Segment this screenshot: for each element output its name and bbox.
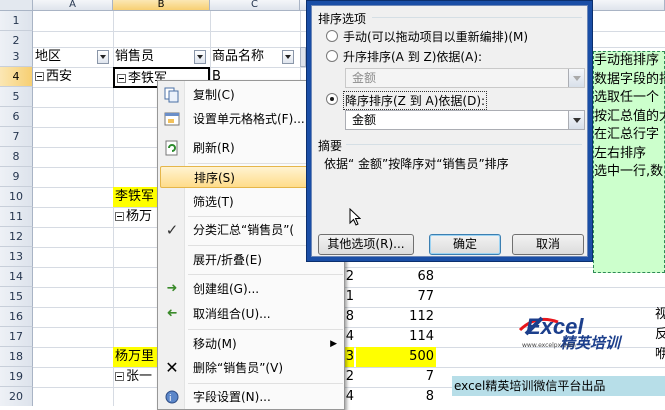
row-header[interactable]: 4 [0,67,33,87]
radio-ascending[interactable] [326,50,338,62]
cell-d[interactable]: 2 [345,267,354,287]
ok-button[interactable]: 确定 [429,234,501,255]
format-icon [163,111,181,127]
row-header[interactable]: 17 [0,327,33,347]
row-header[interactable]: 12 [0,227,33,247]
collapse-icon[interactable] [115,212,124,221]
select-all-corner[interactable] [0,0,33,11]
note-panel: 手动拖排序 数据字段的排 选取任一个 按汇总值的大 在汇总行字 左右排序 选中一… [593,51,665,273]
note-line: 数据字段的排 [594,71,665,87]
collapse-icon[interactable] [117,74,126,83]
row-header[interactable]: 9 [0,167,33,187]
group-icon: ➜ [166,281,178,296]
radio-descending[interactable] [326,93,338,105]
note-line: 选中一行,数 [594,164,664,179]
cell-right: 视 [655,307,665,322]
descending-field-select[interactable]: 金额 [345,110,585,130]
row-header[interactable]: 19 [0,367,33,387]
sort-filter-dropdown-icon[interactable] [194,50,206,64]
row-header[interactable]: 18 [0,347,33,367]
cell-e[interactable]: 500 [356,347,434,367]
cell-e[interactable]: 8 [356,387,434,406]
chevron-down-icon[interactable] [568,69,584,87]
check-icon: ✓ [165,221,179,239]
menu-item-ungroup[interactable]: ➜ 取消组合(U)... [160,303,343,325]
column-header-c[interactable]: C [210,0,300,11]
chevron-down-icon[interactable] [568,111,584,129]
cell-a4[interactable]: 西安 [35,67,111,87]
collapse-icon[interactable] [35,72,44,81]
more-options-button[interactable]: 其他选项(R)... [318,234,414,255]
cell-d[interactable]: 2 [345,367,354,387]
ascending-field-select[interactable]: 金额 [345,68,585,88]
row-header[interactable]: 5 [0,87,33,107]
radio-descending-label: 降序排序(Z 到 A)依据(D): [343,91,488,110]
note-line: 在汇总行字 [594,127,660,142]
column-header-b[interactable]: B [113,0,210,11]
header-salesperson[interactable]: 销售员 [115,47,209,67]
cell-e[interactable]: 68 [356,267,434,287]
cell-right: 咿 [655,347,665,362]
ungroup-icon: ➜ [166,306,178,321]
filter-dropdown-icon[interactable] [282,50,294,64]
menu-item-delete-field[interactable]: ✕ 删除“销售员”(V) [160,357,343,379]
excel-training-logo: Excel 精英培训 www.excelpx.com [516,312,634,358]
svg-text:i: i [169,394,172,404]
note-line: 手动拖排序 [594,53,660,68]
header-product[interactable]: 商品名称 [212,47,299,67]
row-header[interactable]: 7 [0,127,33,147]
row-header[interactable]: 13 [0,247,33,267]
cell-e[interactable]: 7 [356,367,434,387]
header-region[interactable]: 地区 [35,47,111,67]
row-header[interactable]: 1 [0,11,33,31]
summary-group-title: 摘要 [318,139,343,153]
cell-d[interactable]: 1 [345,287,354,307]
cell-e[interactable]: 114 [356,327,434,347]
row-header[interactable]: 14 [0,267,33,287]
footer-banner: excel精英培训微信平台出品 [452,376,665,396]
cell-e[interactable]: 112 [356,307,434,327]
row-header[interactable]: 3 [0,47,33,67]
column-header-a[interactable]: A [33,0,113,11]
row-header[interactable]: 6 [0,107,33,127]
refresh-icon [163,140,181,156]
cell-b19[interactable]: 杨万里 [113,347,161,367]
logo-url: www.excelpx.com [522,342,576,349]
cell-d[interactable]: 4 [345,387,354,406]
menu-item-group[interactable]: ➜ 创建组(G)... [160,278,343,300]
row-header[interactable]: 11 [0,207,33,227]
filter-dropdown-icon[interactable] [97,50,109,64]
cell-d[interactable]: 4 [345,327,354,347]
radio-manual[interactable] [326,30,338,42]
radio-manual-label: 手动(可以拖动项目以重新编排)(M) [343,30,529,44]
note-line: 按汇总值的大 [594,108,665,124]
cell-b11[interactable]: 李铁军 [113,187,161,207]
cell-e[interactable]: 77 [356,287,434,307]
sort-options-group-title: 排序选项 [318,12,367,26]
cell-right: 反 [655,327,665,342]
summary-text: 依据“ 金额”按降序对“销售员”排序 [324,157,509,171]
row-header[interactable]: 15 [0,287,33,307]
mouse-cursor-icon [349,208,361,226]
cancel-button[interactable]: 取消 [512,234,584,255]
collapse-icon[interactable] [115,372,124,381]
row-header[interactable]: 8 [0,147,33,167]
copy-icon [163,87,181,103]
note-line: 选取任一个 [594,90,660,105]
menu-item-move[interactable]: 移动(M) ▶ [160,333,343,355]
row-header[interactable]: 16 [0,307,33,327]
cell-b20[interactable]: 张一 [115,367,159,387]
field-settings-icon: i [163,389,181,405]
row-header[interactable]: 10 [0,187,33,207]
cell-d[interactable]: 3 [345,347,354,367]
cell-b12[interactable]: 杨万 [115,207,159,227]
delete-icon: ✕ [165,358,179,377]
menu-item-field-settings[interactable]: i 字段设置(N)... [160,386,343,408]
note-line: 左右排序 [594,145,647,161]
radio-ascending-label: 升序排序(A 到 Z)依据(A): [343,50,483,64]
cell-d[interactable]: 8 [345,307,354,327]
submenu-arrow-icon: ▶ [330,339,337,349]
row-header[interactable]: 20 [0,387,33,406]
